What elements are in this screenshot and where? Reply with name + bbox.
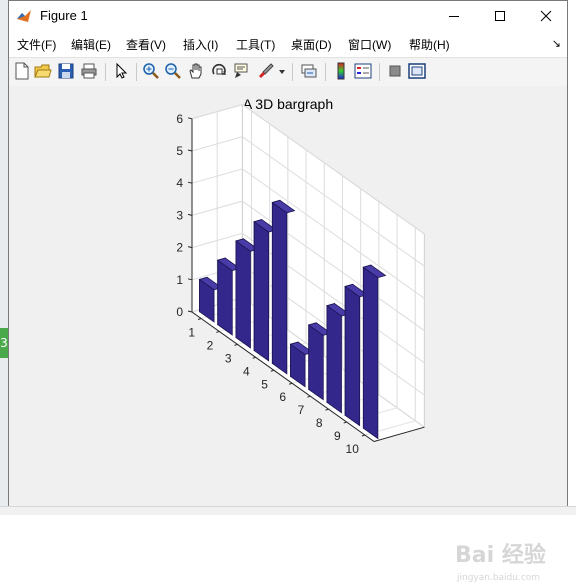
pan-hand-icon[interactable] <box>187 62 205 80</box>
show-plot-tools-icon[interactable] <box>408 62 426 80</box>
window-title: Figure 1 <box>40 8 88 23</box>
y-tick-label: 1 <box>176 273 183 287</box>
y-tick-label: 0 <box>176 305 183 319</box>
legend-icon[interactable] <box>354 62 372 80</box>
menu-bar: 文件(F) 编辑(E) 查看(V) 插入(I) 工具(T) 桌面(D) 窗口(W… <box>9 33 567 55</box>
toolbar-separator <box>292 63 293 81</box>
x-tick <box>361 434 366 437</box>
brush-dropdown-icon[interactable] <box>277 62 287 80</box>
bar-front-face <box>217 259 233 336</box>
title-bar: Figure 1 <box>9 1 567 31</box>
menu-edit[interactable]: 编辑(E) <box>71 36 111 53</box>
watermark-url: jingyan.baidu.com <box>456 573 540 583</box>
toolbar-separator <box>136 63 137 81</box>
x-tick <box>197 318 202 320</box>
x-tick-label: 8 <box>316 416 323 430</box>
x-tick-label: 3 <box>225 351 232 365</box>
x-tick-label: 5 <box>261 377 268 391</box>
hide-plot-tools-icon[interactable] <box>386 62 404 80</box>
matlab-icon <box>16 8 32 24</box>
background-app-strip: 3 <box>0 0 8 514</box>
watermark-logo-text: Bai 经验 <box>455 542 546 568</box>
menu-window[interactable]: 窗口(W) <box>348 36 391 53</box>
x-tick-label: 4 <box>243 364 250 378</box>
bar-front-face <box>253 220 270 362</box>
y-tick-label: 5 <box>176 144 183 158</box>
select-arrow-icon[interactable] <box>112 62 130 80</box>
y-tick-label: 4 <box>176 176 183 190</box>
bar-front-face <box>326 304 342 414</box>
y-tick <box>187 310 193 313</box>
dock-arrow-icon[interactable]: ↘ <box>552 37 561 50</box>
minimize-button[interactable] <box>431 1 477 31</box>
x-tick <box>307 395 311 398</box>
minimize-icon <box>449 16 459 17</box>
menu-help[interactable]: 帮助(H) <box>409 36 450 53</box>
colorbar-icon[interactable] <box>332 62 350 80</box>
bar-chart-3d[interactable]: 012345612345678910 <box>9 86 567 506</box>
close-icon <box>540 10 552 22</box>
menu-file[interactable]: 文件(F) <box>17 36 56 53</box>
x-tick-label: 1 <box>188 325 195 339</box>
y-tick <box>187 181 193 184</box>
bar-front-face <box>308 324 324 401</box>
x-tick <box>270 369 275 372</box>
menu-insert[interactable]: 插入(I) <box>183 36 218 53</box>
x-tick-label: 7 <box>298 403 305 417</box>
new-figure-icon[interactable] <box>13 62 31 80</box>
baidu-watermark: Bai 经验 jingyan.baidu.com <box>455 542 546 583</box>
y-tick-label: 2 <box>176 241 183 255</box>
maximize-icon <box>495 11 505 21</box>
x-tick <box>252 356 256 359</box>
bar-front-face <box>235 240 251 349</box>
y-tick <box>187 149 193 152</box>
zoom-in-icon[interactable] <box>142 62 160 80</box>
bar-front-face <box>362 266 379 440</box>
x-tick-label: 10 <box>346 442 360 456</box>
menu-view[interactable]: 查看(V) <box>126 36 166 53</box>
open-file-icon[interactable] <box>34 62 52 80</box>
x-tick <box>216 330 220 333</box>
brush-icon[interactable] <box>257 62 275 80</box>
link-plot-icon[interactable] <box>300 62 318 80</box>
bar-front-face <box>344 285 361 427</box>
side-badge: 3 <box>0 328 8 358</box>
x-tick <box>288 382 293 385</box>
toolbar-separator <box>379 63 380 81</box>
rotate-3d-icon[interactable] <box>210 62 228 80</box>
x-tick <box>325 408 329 411</box>
y-tick <box>187 117 193 120</box>
toolbar-separator <box>325 63 326 81</box>
x-tick <box>234 343 238 346</box>
y-tick-label: 3 <box>176 208 183 222</box>
toolbar-separator <box>105 63 106 81</box>
x-tick <box>343 421 347 424</box>
menu-tools[interactable]: 工具(T) <box>236 36 275 53</box>
figure-toolbar <box>9 57 567 87</box>
y-tick <box>187 246 193 249</box>
x-tick-label: 2 <box>207 338 214 352</box>
menu-desktop[interactable]: 桌面(D) <box>291 36 332 53</box>
maximize-button[interactable] <box>477 1 523 31</box>
bar-front-face <box>271 201 288 375</box>
data-cursor-icon[interactable] <box>232 62 250 80</box>
y-tick <box>187 213 193 216</box>
print-icon[interactable] <box>80 62 98 80</box>
y-tick <box>187 278 193 281</box>
figure-window: Figure 1 文件(F) 编辑(E) 查看(V) 插入(I) 工具(T) 桌… <box>8 0 568 583</box>
x-tick-label: 6 <box>279 390 286 404</box>
x-tick-label: 9 <box>334 429 341 443</box>
save-icon[interactable] <box>57 62 75 80</box>
y-tick-label: 6 <box>176 112 183 126</box>
figure-canvas: A 3D bargraph 0 1 2 3 4 5 6 1 2 3 4 5 6 7 8 9 10 Bai 经验 … <box>9 86 567 583</box>
close-button[interactable] <box>523 1 569 31</box>
zoom-out-icon[interactable] <box>164 62 182 80</box>
